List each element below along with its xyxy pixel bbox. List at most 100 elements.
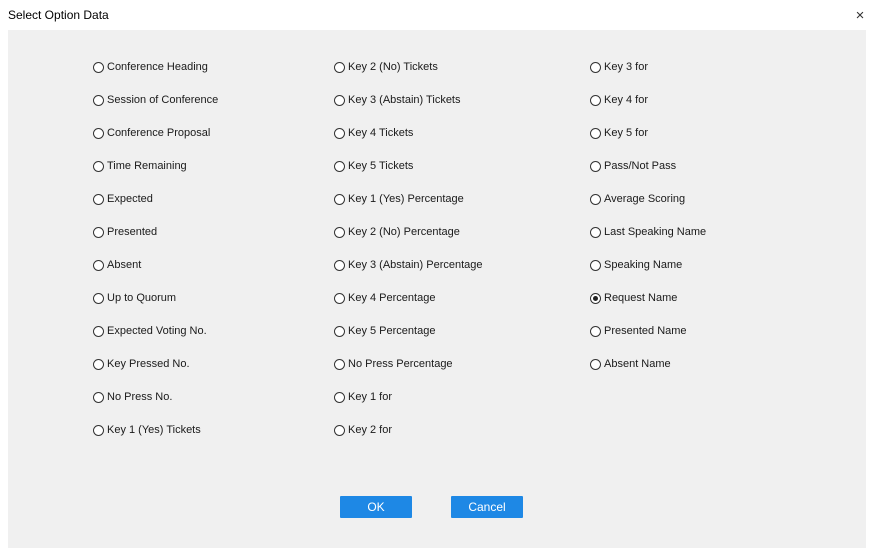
radio-button[interactable] xyxy=(334,358,345,370)
radio-option[interactable]: Absent xyxy=(93,257,141,273)
radio-button[interactable] xyxy=(334,193,345,205)
radio-label: Absent xyxy=(107,259,142,271)
radio-label: Key 4 Percentage xyxy=(348,292,436,304)
radio-label: Speaking Name xyxy=(604,259,683,271)
radio-option[interactable]: Session of Conference xyxy=(93,92,218,108)
radio-option[interactable]: Key 2 (No) Tickets xyxy=(334,59,438,75)
radio-label: Pass/Not Pass xyxy=(604,160,677,172)
radio-label: Key 2 (No) Tickets xyxy=(348,61,438,73)
radio-option[interactable]: Key 3 (Abstain) Percentage xyxy=(334,257,483,273)
radio-option[interactable]: Pass/Not Pass xyxy=(590,158,676,174)
radio-label: Presented xyxy=(107,226,158,238)
radio-button[interactable] xyxy=(93,259,104,271)
radio-label: Average Scoring xyxy=(604,193,686,205)
radio-label: Request Name xyxy=(604,292,678,304)
radio-button[interactable] xyxy=(590,61,601,73)
radio-button[interactable] xyxy=(334,226,345,238)
radio-button[interactable] xyxy=(590,358,601,370)
radio-label: Session of Conference xyxy=(107,94,219,106)
radio-option[interactable]: Up to Quorum xyxy=(93,290,176,306)
radio-option[interactable]: Expected xyxy=(93,191,153,207)
radio-option[interactable]: Conference Heading xyxy=(93,59,208,75)
radio-option[interactable]: Key 2 for xyxy=(334,422,392,438)
radio-button[interactable] xyxy=(334,61,345,73)
radio-button[interactable] xyxy=(93,61,104,73)
radio-label: Key 4 Tickets xyxy=(348,127,414,139)
radio-button[interactable] xyxy=(590,94,601,106)
radio-button[interactable] xyxy=(93,325,104,337)
radio-button[interactable] xyxy=(93,160,104,172)
radio-button[interactable] xyxy=(590,193,601,205)
radio-option[interactable]: Presented xyxy=(93,224,157,240)
window-title: Select Option Data xyxy=(8,8,109,22)
radio-label: Key 5 for xyxy=(604,127,649,139)
radio-button[interactable] xyxy=(334,94,345,106)
radio-option[interactable]: Conference Proposal xyxy=(93,125,210,141)
radio-option[interactable]: Absent Name xyxy=(590,356,671,372)
close-icon[interactable]: × xyxy=(845,2,875,28)
radio-label: Expected Voting No. xyxy=(107,325,207,337)
radio-button[interactable] xyxy=(334,325,345,337)
radio-option[interactable]: Key 4 Percentage xyxy=(334,290,435,306)
radio-button[interactable] xyxy=(334,127,345,139)
radio-label: Key 1 for xyxy=(348,391,393,403)
radio-option[interactable]: Average Scoring xyxy=(590,191,685,207)
radio-button[interactable] xyxy=(93,94,104,106)
radio-option[interactable]: Key 4 Tickets xyxy=(334,125,413,141)
radio-button[interactable] xyxy=(93,193,104,205)
radio-button[interactable] xyxy=(93,226,104,238)
radio-option[interactable]: Key 5 Percentage xyxy=(334,323,435,339)
radio-option[interactable]: Speaking Name xyxy=(590,257,682,273)
radio-button[interactable] xyxy=(590,259,601,271)
radio-option[interactable]: Key 5 for xyxy=(590,125,648,141)
radio-button[interactable] xyxy=(334,391,345,403)
radio-button[interactable] xyxy=(334,424,345,436)
radio-button[interactable] xyxy=(334,259,345,271)
radio-label: Key Pressed No. xyxy=(107,358,190,370)
radio-option[interactable]: Key 5 Tickets xyxy=(334,158,413,174)
radio-label: Conference Proposal xyxy=(107,127,211,139)
radio-option[interactable]: No Press Percentage xyxy=(334,356,453,372)
title-bar: Select Option Data × xyxy=(0,0,875,30)
radio-button[interactable] xyxy=(93,391,104,403)
radio-option[interactable]: Key Pressed No. xyxy=(93,356,190,372)
radio-label: Key 5 Tickets xyxy=(348,160,414,172)
ok-button[interactable]: OK xyxy=(340,496,412,518)
radio-label: Time Remaining xyxy=(107,160,187,172)
radio-option[interactable]: Key 1 for xyxy=(334,389,392,405)
radio-label: Key 1 (Yes) Tickets xyxy=(107,424,201,436)
radio-button[interactable] xyxy=(334,160,345,172)
radio-label: Key 4 for xyxy=(604,94,649,106)
radio-option[interactable]: Key 3 for xyxy=(590,59,648,75)
radio-option[interactable]: Request Name xyxy=(590,290,677,306)
radio-option[interactable]: Key 1 (Yes) Percentage xyxy=(334,191,464,207)
radio-button[interactable] xyxy=(590,127,601,139)
radio-option[interactable]: Key 3 (Abstain) Tickets xyxy=(334,92,461,108)
radio-button[interactable] xyxy=(590,160,601,172)
radio-label: Last Speaking Name xyxy=(604,226,707,238)
radio-label: Expected xyxy=(107,193,153,205)
radio-option[interactable]: Key 1 (Yes) Tickets xyxy=(93,422,201,438)
radio-label: Absent Name xyxy=(604,358,671,370)
radio-label: Key 3 (Abstain) Tickets xyxy=(348,94,461,106)
radio-button[interactable] xyxy=(93,358,104,370)
radio-option[interactable]: Time Remaining xyxy=(93,158,187,174)
cancel-button[interactable]: Cancel xyxy=(451,496,523,518)
radio-label: Key 1 (Yes) Percentage xyxy=(348,193,464,205)
radio-button-checked[interactable] xyxy=(590,292,601,304)
radio-option[interactable]: No Press No. xyxy=(93,389,172,405)
radio-option[interactable]: Expected Voting No. xyxy=(93,323,207,339)
radio-option[interactable]: Key 4 for xyxy=(590,92,648,108)
radio-button[interactable] xyxy=(590,226,601,238)
radio-button[interactable] xyxy=(93,127,104,139)
radio-label: No Press Percentage xyxy=(348,358,453,370)
radio-button[interactable] xyxy=(93,292,104,304)
radio-label: Key 2 (No) Percentage xyxy=(348,226,460,238)
radio-option[interactable]: Key 2 (No) Percentage xyxy=(334,224,460,240)
radio-option[interactable]: Last Speaking Name xyxy=(590,224,706,240)
radio-option[interactable]: Presented Name xyxy=(590,323,687,339)
radio-button[interactable] xyxy=(93,424,104,436)
radio-button[interactable] xyxy=(334,292,345,304)
radio-label: Presented Name xyxy=(604,325,687,337)
radio-button[interactable] xyxy=(590,325,601,337)
